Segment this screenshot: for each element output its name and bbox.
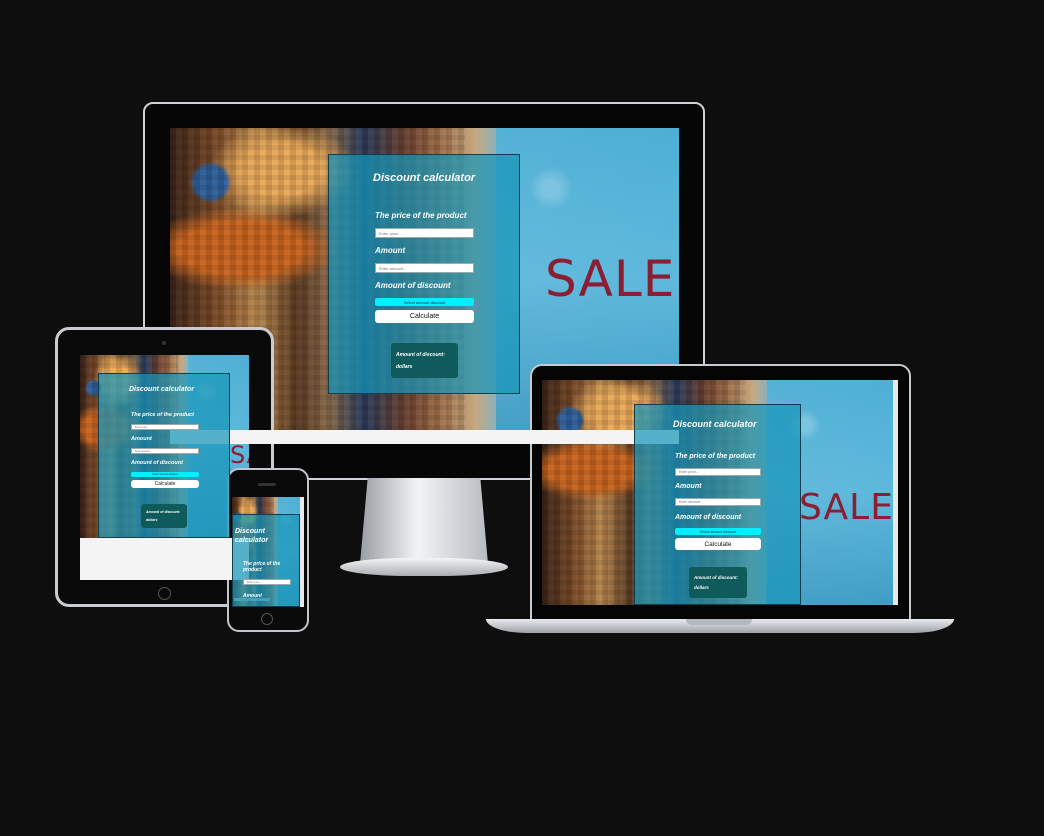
price-input[interactable]: Enter price...: [131, 424, 199, 430]
discount-label: Amount of discount: [375, 281, 451, 290]
discount-select[interactable]: Select amount discount: [675, 528, 761, 535]
phone-scrollbar[interactable]: [300, 497, 304, 607]
calculate-button[interactable]: Calculate: [131, 480, 199, 488]
amount-label: Amount: [675, 483, 702, 490]
amount-input[interactable]: Enter amount...: [375, 263, 474, 273]
result-unit: dollars: [146, 518, 158, 522]
price-label: The price of the product: [243, 561, 293, 573]
laptop-scrollbar[interactable]: [893, 380, 898, 605]
tablet-camera: [162, 341, 166, 345]
price-label: The price of the product: [675, 453, 756, 460]
sale-sign: SALE: [545, 250, 676, 308]
phone-screen: Discount calculator The price of the pro…: [232, 497, 304, 607]
discount-label: Amount of discount: [131, 460, 183, 466]
amount-label: Amount: [243, 593, 262, 599]
result-unit: dollars: [694, 585, 709, 590]
price-input[interactable]: Enter price...: [675, 468, 761, 476]
calculator-panel: Discount calculator The price of the pro…: [634, 404, 801, 605]
page-title: Discount calculator: [235, 527, 295, 545]
price-input[interactable]: Enter price...: [243, 579, 291, 585]
sale-sign: SALE: [230, 441, 249, 469]
calculate-button[interactable]: Calculate: [375, 310, 474, 323]
laptop-screen: SALE Discount calculator The price of th…: [542, 380, 893, 605]
phone-home-button: [261, 613, 273, 625]
result-box: Amount of discount: dollars: [141, 504, 187, 528]
amount-input[interactable]: Enter amount...: [131, 448, 199, 454]
calculate-button[interactable]: Calculate: [675, 538, 761, 550]
discount-select[interactable]: Select amount discount: [131, 472, 199, 477]
tablet-footer: [80, 538, 249, 580]
price-label: The price of the product: [131, 412, 194, 418]
calculator-panel: Discount calculator The price of the pro…: [98, 373, 230, 538]
tablet-home-button: [158, 587, 171, 600]
page-title: Discount calculator: [673, 419, 757, 429]
discount-select[interactable]: Select amount discount: [375, 298, 474, 306]
amount-label: Amount: [375, 246, 406, 255]
amount-input[interactable]: Enter amount...: [675, 498, 761, 506]
price-label: The price of the product: [375, 211, 467, 220]
page-title-text: Discount calculator: [235, 528, 269, 544]
result-label: Amount of discount:: [694, 575, 738, 580]
price-input[interactable]: Enter price...: [375, 228, 474, 238]
phone-speaker: [258, 483, 276, 486]
monitor-base: [340, 558, 508, 576]
laptop-notch: [686, 619, 752, 625]
amount-label: Amount: [131, 436, 152, 442]
sale-sign: SALE: [799, 487, 893, 528]
result-box: Amount of discount: dollars: [391, 343, 458, 378]
price-label-text: The price of the product: [243, 561, 281, 573]
discount-label: Amount of discount: [675, 514, 742, 521]
monitor-stand: [360, 478, 488, 564]
result-label: Amount of discount:: [396, 351, 445, 358]
tablet-screen: SALE Discount calculator The price of th…: [80, 355, 249, 538]
page-title: Discount calculator: [373, 172, 476, 184]
calculator-panel: Discount calculator The price of the pro…: [328, 154, 520, 394]
calculator-panel: Discount calculator The price of the pro…: [232, 514, 300, 607]
result-label: Amount of discount:: [146, 510, 181, 514]
result-box: Amount of discount: dollars: [689, 567, 747, 598]
page-title: Discount calculator: [129, 386, 194, 393]
result-unit: dollars: [396, 363, 413, 370]
